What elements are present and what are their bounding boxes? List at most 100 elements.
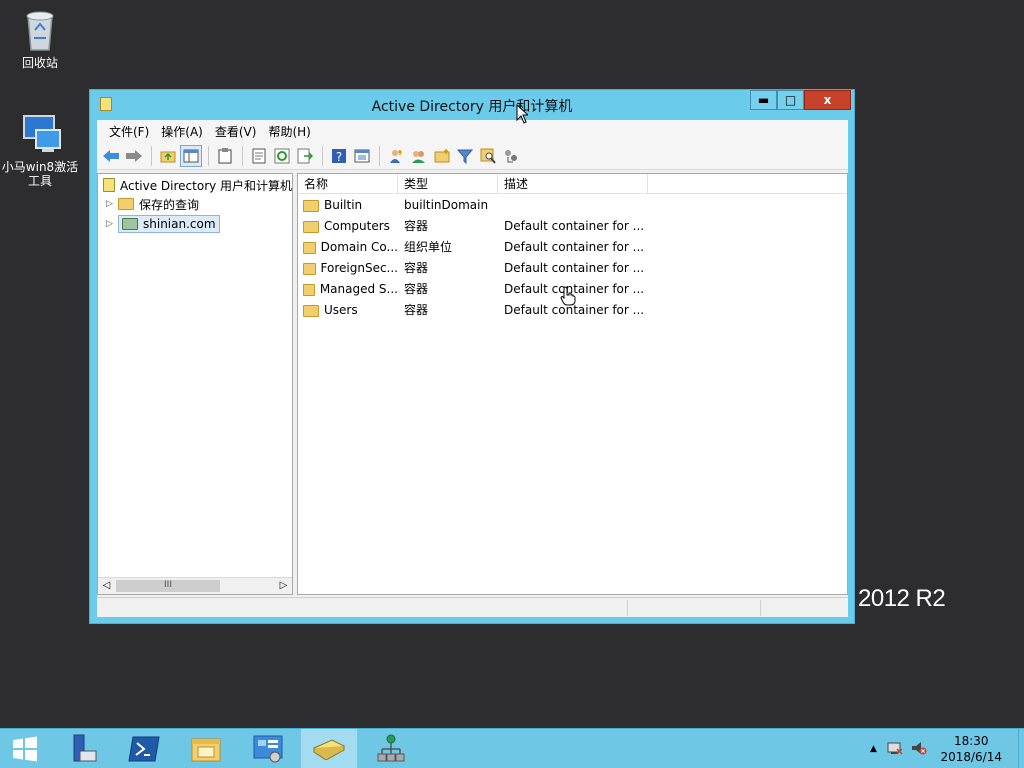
tree-selection: shinian.com [118, 215, 220, 233]
item-type: 容器 [404, 282, 429, 296]
expand-arrow-icon[interactable]: ▷ [106, 199, 116, 209]
window-client: 文件(F) 操作(A) 查看(V) 帮助(H) ? Active Directo… [97, 120, 848, 617]
status-divider [760, 600, 761, 616]
server-manager-icon [73, 734, 97, 762]
item-description: Default container for ... [504, 219, 645, 233]
tree-pane[interactable]: Active Directory 用户和计算机 ▷ 保存的查询 ▷ shinia… [97, 173, 293, 595]
filter-icon[interactable] [454, 145, 476, 167]
control-panel-icon [253, 735, 283, 763]
mouse-pointer-icon [516, 104, 528, 124]
status-bar [97, 597, 848, 617]
taskbar-ad-users-computers[interactable] [300, 729, 358, 768]
network-tree-icon [377, 734, 405, 762]
scroll-thumb[interactable]: III [116, 580, 220, 592]
taskbar-control-panel[interactable] [239, 729, 297, 768]
start-button[interactable] [0, 729, 50, 768]
title-bar[interactable]: Active Directory 用户和计算机 ▬ □ x [90, 90, 854, 118]
ad-book-icon [312, 739, 346, 760]
show-hide-tree-icon[interactable] [180, 144, 202, 167]
folder-icon [303, 199, 319, 212]
folder-icon [303, 262, 316, 275]
network-status-icon[interactable] [887, 740, 903, 759]
list-item[interactable]: Computers 容器 Default container for ... [298, 216, 847, 237]
status-divider [627, 600, 628, 616]
clock[interactable]: 18:30 2018/6/14 [940, 733, 1002, 765]
column-header-type[interactable]: 类型 [398, 174, 498, 194]
list-item[interactable]: Domain Co... 组织单位 Default container for … [298, 237, 847, 258]
column-header-description[interactable]: 描述 [498, 174, 648, 194]
tree-item-saved-queries[interactable]: ▷ 保存的查询 [106, 195, 199, 213]
windows-logo-icon [13, 736, 37, 762]
delegate-icon[interactable] [500, 145, 522, 167]
item-name: Domain Co... [320, 240, 398, 254]
item-name: ForeignSec... [320, 261, 398, 275]
recycle-bin-shortcut[interactable]: 回收站 [0, 8, 80, 70]
taskbar-server-manager[interactable] [53, 729, 111, 768]
menu-view[interactable]: 查看(V) [209, 123, 263, 140]
folder-icon [118, 198, 134, 210]
list-header: 名称 类型 描述 [298, 174, 847, 194]
tree-item-label: 保存的查询 [139, 197, 200, 212]
computer-icon [20, 112, 61, 156]
scroll-right-icon[interactable]: ▷ [275, 578, 292, 594]
clipboard-icon[interactable] [214, 145, 236, 167]
minimize-button[interactable]: ▬ [750, 90, 777, 110]
folder-icon [303, 283, 315, 296]
new-user-icon[interactable] [385, 145, 407, 167]
toolbar-separator [242, 145, 243, 166]
folder-icon [303, 220, 319, 233]
taskbar-network[interactable] [362, 729, 420, 768]
list-item[interactable]: Builtin builtinDomain [298, 195, 847, 216]
expand-arrow-icon[interactable]: ▷ [106, 219, 116, 229]
console-icon[interactable] [351, 145, 373, 167]
item-type: 容器 [404, 219, 429, 233]
menu-help[interactable]: 帮助(H) [262, 123, 316, 140]
forward-arrow-icon[interactable] [123, 145, 145, 167]
back-arrow-icon[interactable] [100, 145, 122, 167]
window-title: Active Directory 用户和计算机 [371, 99, 573, 115]
up-folder-icon[interactable] [157, 145, 179, 167]
taskbar-file-explorer[interactable] [177, 729, 235, 768]
toolbar-separator [151, 145, 152, 166]
recycle-bin-icon [20, 8, 60, 52]
show-desktop-button[interactable] [1018, 729, 1024, 768]
properties-icon[interactable] [248, 145, 270, 167]
item-name: Managed S... [319, 282, 398, 296]
new-group-icon[interactable] [408, 145, 430, 167]
show-hidden-icons-button[interactable]: ▲ [870, 744, 877, 754]
clock-time: 18:30 [953, 734, 989, 748]
close-button[interactable]: x [804, 90, 851, 110]
item-description: Default container for ... [504, 240, 645, 254]
refresh-icon[interactable] [271, 145, 293, 167]
help-icon[interactable]: ? [328, 145, 350, 167]
maximize-button[interactable]: □ [777, 90, 804, 110]
item-name: Computers [324, 219, 390, 233]
taskbar-powershell[interactable] [115, 729, 173, 768]
new-ou-icon[interactable] [431, 145, 453, 167]
menu-file[interactable]: 文件(F) [103, 123, 155, 140]
activation-tool-shortcut[interactable]: 小马win8激活工具 [0, 112, 80, 188]
toolbar: ? [97, 142, 848, 170]
scroll-left-icon[interactable]: ◁ [98, 578, 115, 594]
menu-action[interactable]: 操作(A) [155, 123, 209, 140]
export-list-icon[interactable] [294, 145, 316, 167]
tree-root[interactable]: Active Directory 用户和计算机 [103, 176, 292, 194]
item-description: Default container for ... [504, 261, 645, 275]
system-tray: ▲ [870, 729, 927, 768]
list-pane[interactable]: 名称 类型 描述 Builtin builtinDomain Computers… [297, 173, 848, 595]
find-icon[interactable] [477, 145, 499, 167]
tree-item-domain[interactable]: ▷ shinian.com [106, 215, 220, 233]
volume-muted-icon[interactable] [911, 740, 927, 759]
horizontal-scrollbar[interactable]: ◁ III ▷ [98, 577, 292, 594]
column-header-name[interactable]: 名称 [298, 174, 398, 194]
clock-date: 2018/6/14 [940, 750, 1002, 764]
console-root-icon [103, 178, 115, 192]
tree-item-label: shinian.com [143, 217, 216, 231]
list-item[interactable]: ForeignSec... 容器 Default container for .… [298, 258, 847, 279]
item-type: builtinDomain [404, 198, 489, 212]
os-watermark: 2012 R2 [858, 585, 946, 612]
hand-cursor-icon [560, 286, 576, 306]
ad-users-computers-window: Active Directory 用户和计算机 ▬ □ x 文件(F) 操作(A… [89, 89, 855, 624]
domain-icon [122, 218, 138, 230]
toolbar-separator [322, 145, 323, 166]
